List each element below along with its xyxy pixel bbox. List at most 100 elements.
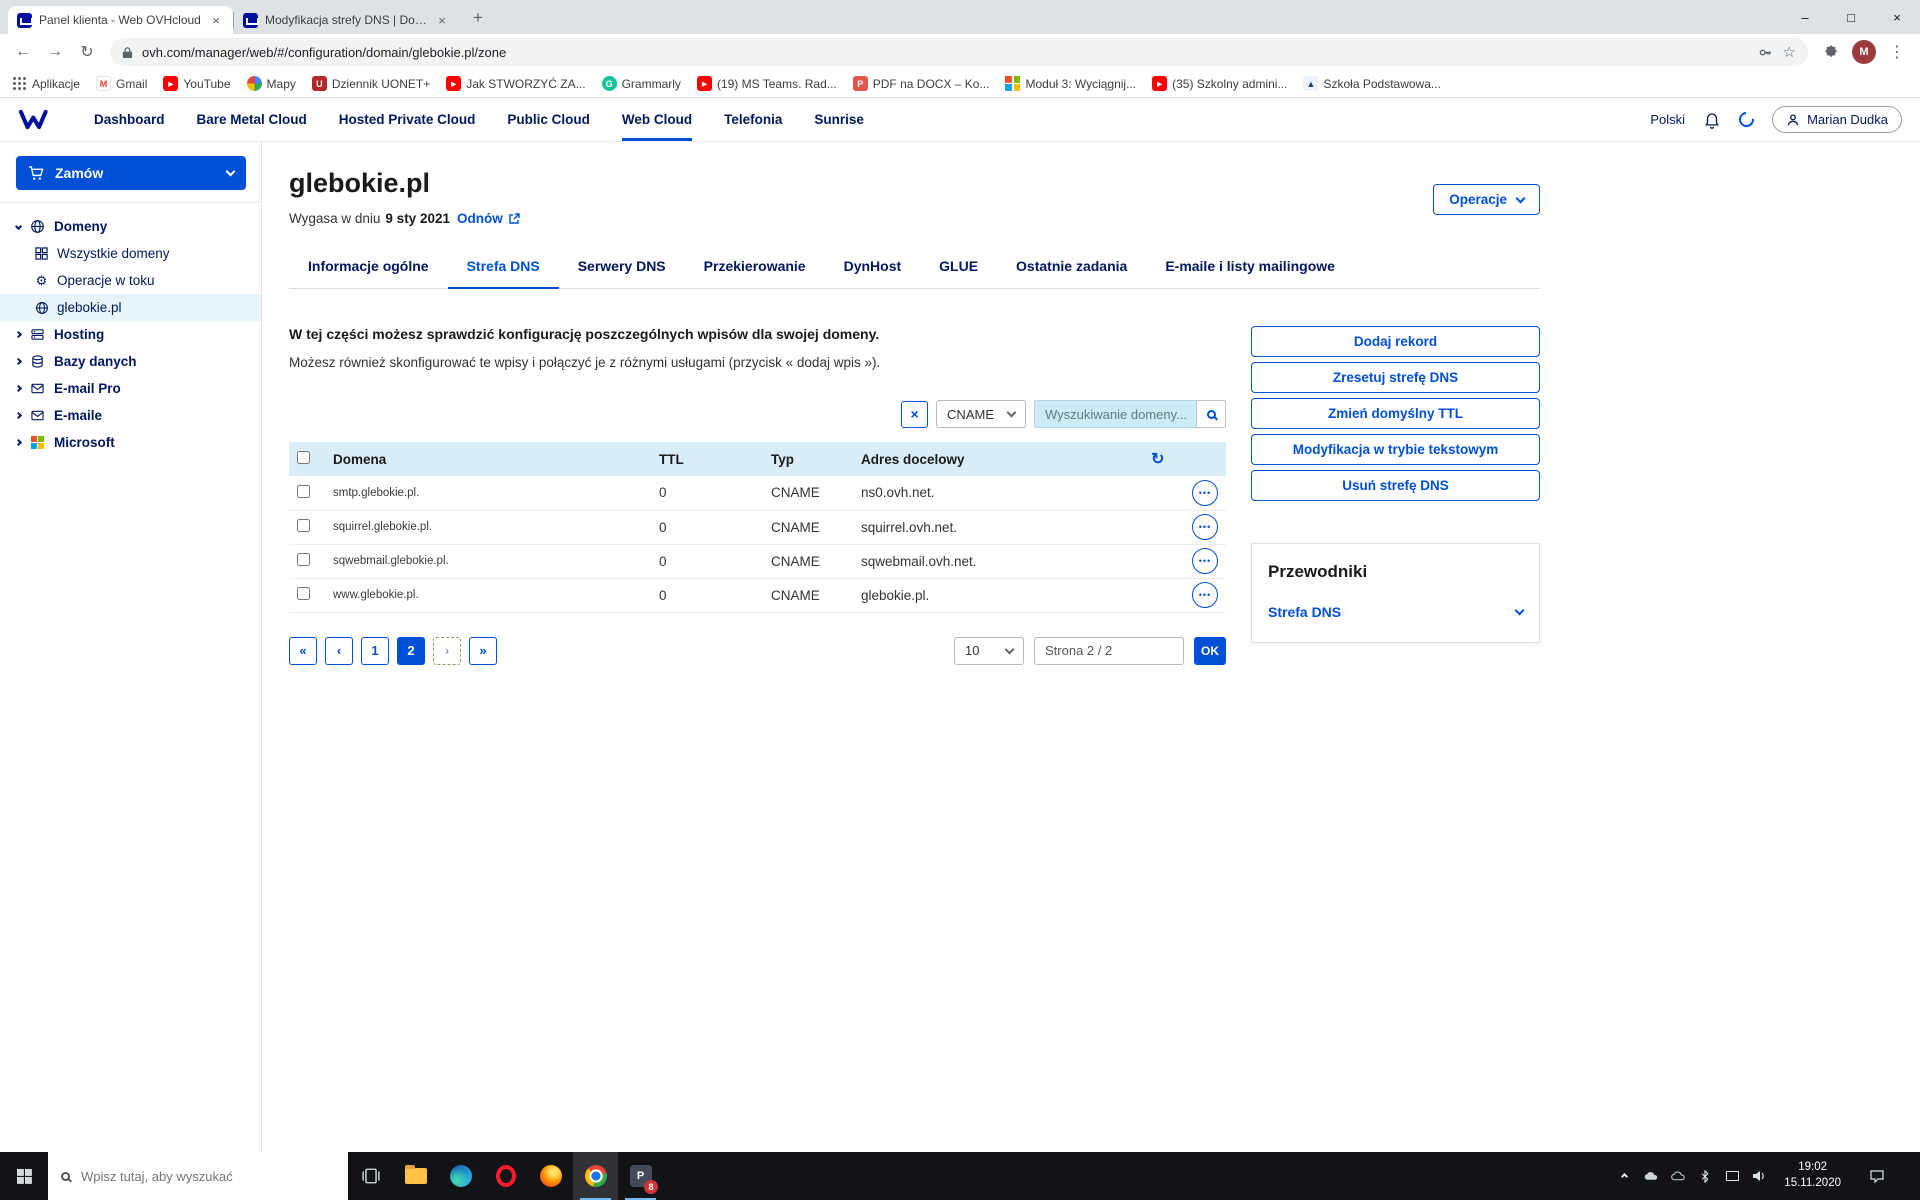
nav-dashboard[interactable]: Dashboard [94,98,165,141]
order-button[interactable]: Zamów [16,156,246,190]
ok-button[interactable]: OK [1194,637,1226,665]
window-close-button[interactable]: × [1874,0,1920,34]
sidebar-section-email-pro[interactable]: E-mail Pro [0,375,261,402]
sidebar-section-domains[interactable]: Domeny [0,213,261,240]
sidebar-item-glebokie-pl[interactable]: glebokie.pl [0,294,261,321]
user-menu[interactable]: Marian Dudka [1772,106,1902,133]
renew-link[interactable]: Odnów [457,211,503,226]
notifications-bell-icon[interactable] [1703,111,1721,129]
tab-informacje-ogolne[interactable]: Informacje ogólne [289,248,448,288]
ethernet-network-icon[interactable] [1724,1171,1740,1181]
nav-bare-metal-cloud[interactable]: Bare Metal Cloud [197,98,307,141]
new-tab-button[interactable]: + [465,5,491,31]
row-checkbox[interactable] [297,587,310,600]
sidebar-item-all-domains[interactable]: Wszystkie domeny [0,240,261,267]
operations-button[interactable]: Operacje [1433,184,1540,215]
row-actions-button[interactable]: ••• [1192,582,1218,608]
row-checkbox[interactable] [297,519,310,532]
window-minimize-button[interactable]: – [1782,0,1828,34]
tab-strefa-dns[interactable]: Strefa DNS [448,248,559,289]
taskbar-search-input[interactable] [81,1169,335,1184]
refresh-icon[interactable]: ↻ [1151,449,1164,469]
hidden-icons-chevron[interactable] [1616,1174,1632,1179]
edge-button[interactable] [438,1152,483,1200]
domain-search-input[interactable] [1034,400,1196,428]
action-center-button[interactable] [1858,1168,1896,1184]
bookmark-youtube[interactable]: YouTube [163,76,230,91]
start-button[interactable] [0,1152,48,1200]
next-page-button[interactable]: › [433,637,461,665]
bookmark-maps[interactable]: Mapy [247,76,296,91]
taskbar-clock[interactable]: 19:02 15.11.2020 [1778,1160,1847,1191]
ovhcloud-logo[interactable] [18,109,60,130]
clear-filter-button[interactable]: × [901,401,928,428]
guides-link-dns-zone[interactable]: Strefa DNS [1268,604,1523,620]
extensions-puzzle-icon[interactable] [1816,37,1846,67]
app-with-badge-button[interactable]: P 8 [618,1152,663,1200]
taskbar-search[interactable] [48,1152,348,1200]
column-header-domain[interactable]: Domena [325,442,651,476]
select-all-checkbox[interactable] [297,451,310,464]
browser-menu-icon[interactable]: ⋮ [1882,37,1912,67]
add-record-button[interactable]: Dodaj rekord [1251,326,1540,357]
delete-dns-zone-button[interactable]: Usuń strefę DNS [1251,470,1540,501]
page-status-input[interactable] [1034,637,1184,665]
bookmark-grammarly[interactable]: Grammarly [602,76,681,91]
row-actions-button[interactable]: ••• [1192,480,1218,506]
file-explorer-button[interactable] [393,1152,438,1200]
last-page-button[interactable]: » [469,637,497,665]
tab-emaile-listy[interactable]: E-maile i listy mailingowe [1146,248,1354,288]
row-checkbox[interactable] [297,553,310,566]
firefox-button[interactable] [528,1152,573,1200]
tab-close-icon[interactable]: × [208,13,224,28]
browser-tab-active[interactable]: Panel klienta - Web OVHcloud × [8,6,233,34]
first-page-button[interactable]: « [289,637,317,665]
bookmark-apps[interactable]: Aplikacje [12,76,80,91]
sidebar-section-hosting[interactable]: Hosting [0,321,261,348]
sidebar-section-databases[interactable]: Bazy danych [0,348,261,375]
tab-close-icon[interactable]: × [434,13,450,28]
page-1-button[interactable]: 1 [361,637,389,665]
external-link-icon[interactable] [508,213,520,225]
column-header-type[interactable]: Typ [763,442,853,476]
bookmark-szkola[interactable]: Szkoła Podstawowa... [1303,76,1440,91]
profile-avatar[interactable]: M [1852,40,1876,64]
password-key-icon[interactable] [1758,45,1773,60]
address-bar[interactable]: ovh.com/manager/web/#/configuration/doma… [110,38,1808,66]
bluetooth-icon[interactable] [1697,1170,1713,1183]
per-page-select[interactable]: 10 [954,637,1024,665]
nav-sunrise[interactable]: Sunrise [814,98,864,141]
back-button[interactable]: ← [8,37,38,67]
column-header-target[interactable]: Adres docelowy [853,442,1143,476]
tab-glue[interactable]: GLUE [920,248,997,288]
bookmark-szkolny[interactable]: (35) Szkolny admini... [1152,76,1287,91]
change-default-ttl-button[interactable]: Zmień domyślny TTL [1251,398,1540,429]
sidebar-item-operations-in-progress[interactable]: ⚙ Operacje w toku [0,267,261,294]
sidebar-section-microsoft[interactable]: Microsoft [0,429,261,456]
reset-dns-zone-button[interactable]: Zresetuj strefę DNS [1251,362,1540,393]
nav-public-cloud[interactable]: Public Cloud [507,98,590,141]
bookmark-pdf[interactable]: PDF na DOCX – Ko... [853,76,990,91]
column-header-ttl[interactable]: TTL [651,442,763,476]
onedrive-icon[interactable] [1643,1171,1659,1181]
previous-page-button[interactable]: ‹ [325,637,353,665]
row-actions-button[interactable]: ••• [1192,548,1218,574]
bookmark-video[interactable]: Jak STWORZYĆ ZA... [446,76,585,91]
text-mode-edit-button[interactable]: Modyfikacja w trybie tekstowym [1251,434,1540,465]
bookmark-uonet[interactable]: Dziennik UONET+ [312,76,430,91]
onedrive-cloud-icon[interactable] [1670,1171,1686,1181]
language-selector[interactable]: Polski [1650,112,1685,127]
forward-button[interactable]: → [40,37,70,67]
row-actions-button[interactable]: ••• [1192,514,1218,540]
volume-icon[interactable] [1751,1170,1767,1182]
task-view-button[interactable] [348,1152,393,1200]
bookmark-modul[interactable]: Moduł 3: Wyciągnij... [1005,76,1136,91]
bookmark-gmail[interactable]: Gmail [96,76,147,91]
window-restore-button[interactable]: □ [1828,0,1874,34]
search-button[interactable] [1196,400,1226,428]
reload-button[interactable]: ↻ [72,37,102,67]
nav-hosted-private-cloud[interactable]: Hosted Private Cloud [339,98,476,141]
nav-web-cloud[interactable]: Web Cloud [622,98,692,141]
bookmark-star-icon[interactable]: ☆ [1783,43,1796,61]
opera-button[interactable] [483,1152,528,1200]
